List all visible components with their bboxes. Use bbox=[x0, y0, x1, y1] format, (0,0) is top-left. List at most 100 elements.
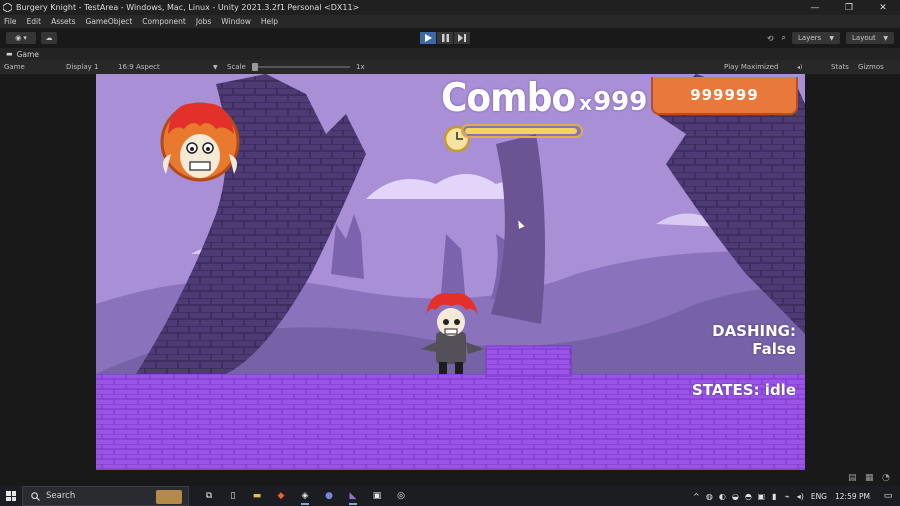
gizmos-dropdown[interactable]: Gizmos bbox=[858, 63, 884, 71]
menu-bar: File Edit Assets GameObject Component Jo… bbox=[0, 15, 900, 28]
menu-help[interactable]: Help bbox=[261, 17, 278, 26]
collab-icon[interactable]: ◔ bbox=[882, 473, 892, 483]
combo-timer-fill bbox=[465, 128, 577, 134]
taskbar-app-file[interactable]: ▯ bbox=[221, 486, 245, 506]
maximize-button[interactable]: ❐ bbox=[832, 0, 866, 15]
chevron-down-icon: ▼ bbox=[213, 63, 218, 71]
menu-component[interactable]: Component bbox=[142, 17, 186, 26]
volume-icon[interactable]: ◂) bbox=[794, 492, 807, 501]
states-label: STATES: idle bbox=[691, 381, 796, 399]
tray-app-icon[interactable]: ◒ bbox=[729, 492, 742, 501]
play-icon bbox=[424, 34, 432, 42]
search-icon[interactable]: ⌕ bbox=[782, 33, 786, 43]
game-tab-bar: ▬ Game bbox=[0, 48, 900, 60]
tray-app-icon[interactable]: ◍ bbox=[703, 492, 716, 501]
menu-assets[interactable]: Assets bbox=[51, 17, 75, 26]
cloud-icon: ☁ bbox=[45, 34, 53, 42]
taskbar-clock[interactable]: 12:59 PM bbox=[835, 492, 870, 501]
menu-gameobject[interactable]: GameObject bbox=[86, 17, 133, 26]
score-panel: 999999 bbox=[651, 77, 798, 115]
display-dropdown[interactable]: Display 1 bbox=[66, 63, 98, 71]
combo-count: 999 bbox=[593, 87, 648, 117]
search-highlight-image bbox=[156, 490, 182, 504]
tray-app-icon[interactable]: ◐ bbox=[716, 492, 729, 501]
search-placeholder: Search bbox=[46, 491, 76, 501]
pause-button[interactable] bbox=[437, 32, 453, 44]
combo-counter: Combo x 999 bbox=[441, 76, 648, 121]
pause-icon bbox=[441, 34, 449, 42]
scale-label: Scale bbox=[227, 63, 246, 71]
minimize-button[interactable]: — bbox=[798, 0, 832, 15]
combo-multiplier-sign: x bbox=[579, 91, 593, 115]
main-toolbar: ◉ ▾ ☁ ⟲ ⌕ Layers ▼ Layout ▼ bbox=[0, 28, 900, 48]
cloud-button[interactable]: ☁ bbox=[41, 32, 57, 44]
close-icon: ✕ bbox=[879, 2, 887, 13]
tab-game[interactable]: Game bbox=[17, 50, 39, 59]
layers-label: Layers bbox=[798, 34, 822, 42]
chevron-down-icon: ▼ bbox=[829, 34, 834, 42]
menu-edit[interactable]: Edit bbox=[27, 17, 42, 26]
combo-label: Combo bbox=[441, 76, 576, 121]
close-button[interactable]: ✕ bbox=[866, 0, 900, 15]
account-icon: ◉ ▾ bbox=[15, 34, 27, 42]
view-type-dropdown[interactable]: Game bbox=[4, 63, 25, 71]
unity-logo-icon bbox=[3, 3, 12, 12]
document-icon: ▯ bbox=[230, 491, 236, 501]
states-debug: STATES: idle bbox=[636, 381, 796, 399]
visual-studio-icon: ◣ bbox=[349, 491, 357, 501]
window-title-bar: Burgery Knight - TestArea - Windows, Mac… bbox=[0, 0, 900, 15]
aspect-dropdown[interactable]: 16:9 Aspect bbox=[118, 63, 160, 71]
start-button[interactable] bbox=[0, 486, 22, 506]
microphone-icon[interactable]: ▮ bbox=[768, 492, 781, 501]
chevron-down-icon: ▼ bbox=[883, 34, 888, 42]
notifications-icon[interactable]: ▦ bbox=[865, 473, 875, 483]
minimize-icon: — bbox=[810, 2, 820, 13]
account-dropdown[interactable]: ◉ ▾ bbox=[6, 32, 36, 44]
window-title: Burgery Knight - TestArea - Windows, Mac… bbox=[16, 3, 360, 12]
discord-icon: ● bbox=[325, 491, 333, 501]
dashing-value: False bbox=[752, 340, 796, 358]
tray-app-icon[interactable]: ▣ bbox=[755, 492, 768, 501]
network-icon[interactable]: ⌁ bbox=[781, 492, 794, 501]
raised-platform bbox=[485, 345, 572, 377]
tray-app-icon[interactable]: ◓ bbox=[742, 492, 755, 501]
menu-jobs[interactable]: Jobs bbox=[196, 17, 211, 26]
menu-window[interactable]: Window bbox=[221, 17, 251, 26]
mute-audio-icon[interactable]: ◂) bbox=[797, 64, 802, 71]
history-icon[interactable]: ⟲ bbox=[767, 34, 774, 43]
combo-timer-bar bbox=[461, 124, 583, 138]
dashing-label: DASHING: bbox=[712, 322, 796, 340]
step-button[interactable] bbox=[454, 32, 470, 44]
taskbar-app-brave[interactable]: ◆ bbox=[269, 486, 293, 506]
task-view-button[interactable]: ⧉ bbox=[197, 486, 221, 506]
player-portrait bbox=[160, 102, 240, 182]
restore-icon: ❐ bbox=[844, 2, 854, 13]
console-icon[interactable]: ▤ bbox=[848, 473, 858, 483]
game-view[interactable]: Combo x 999 999999 DASHING: False STATES… bbox=[96, 74, 805, 470]
search-icon bbox=[31, 491, 40, 501]
taskbar-app-discord[interactable]: ● bbox=[317, 486, 341, 506]
taskbar-app-media[interactable]: ▣ bbox=[365, 486, 389, 506]
play-button[interactable] bbox=[420, 32, 436, 44]
taskbar-search-box[interactable]: Search bbox=[22, 486, 189, 506]
play-maximized-dropdown[interactable]: Play Maximized bbox=[724, 63, 778, 71]
system-tray: ^ ◍ ◐ ◒ ◓ ▣ ▮ ⌁ ◂) ENG 12:59 PM ▭ bbox=[690, 486, 900, 506]
taskbar-app-unity[interactable]: ◈ bbox=[293, 486, 317, 506]
layout-label: Layout bbox=[852, 34, 876, 42]
scale-slider[interactable] bbox=[252, 63, 350, 71]
chevron-up-icon[interactable]: ^ bbox=[690, 492, 703, 501]
stats-button[interactable]: Stats bbox=[831, 63, 849, 71]
taskbar-app-visual-studio[interactable]: ◣ bbox=[341, 486, 365, 506]
taskbar-app-explorer[interactable]: ▬ bbox=[245, 486, 269, 506]
taskbar-app-obs[interactable]: ◎ bbox=[389, 486, 413, 506]
notification-center-icon[interactable]: ▭ bbox=[880, 491, 896, 501]
menu-file[interactable]: File bbox=[4, 17, 17, 26]
folder-icon: ▬ bbox=[252, 491, 262, 501]
layers-dropdown[interactable]: Layers ▼ bbox=[792, 32, 840, 44]
brave-icon: ◆ bbox=[277, 491, 285, 501]
gamepad-icon: ▬ bbox=[6, 50, 13, 58]
scale-slider-handle[interactable] bbox=[252, 63, 258, 71]
scale-value: 1x bbox=[356, 63, 365, 71]
language-indicator[interactable]: ENG bbox=[811, 492, 827, 501]
layout-dropdown[interactable]: Layout ▼ bbox=[846, 32, 894, 44]
